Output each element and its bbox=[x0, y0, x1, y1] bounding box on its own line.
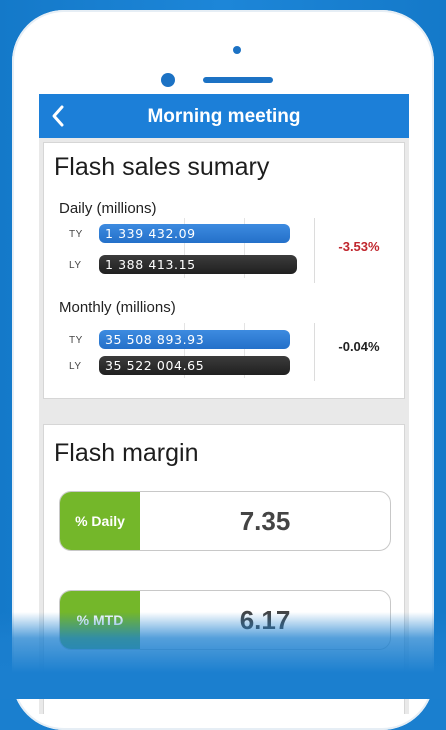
ty-tag: TY bbox=[69, 229, 83, 240]
daily-label: Daily (millions) bbox=[59, 200, 157, 217]
monthly-ty-bar: 35 508 893.93 bbox=[99, 330, 290, 349]
page-title: Morning meeting bbox=[147, 106, 301, 127]
card-title: Flash sales sumary bbox=[54, 153, 270, 181]
divider bbox=[314, 218, 315, 283]
daily-change: -3.53% bbox=[338, 239, 380, 254]
daily-margin-label: % Daily bbox=[60, 492, 140, 550]
ly-tag: LY bbox=[69, 361, 82, 372]
bottom-fade-overlay bbox=[0, 612, 446, 699]
daily-margin-value: 7.35 bbox=[239, 506, 291, 536]
monthly-ly-bar: 35 522 004.65 bbox=[99, 356, 290, 375]
sensor-dot bbox=[233, 46, 241, 54]
monthly-change: -0.04% bbox=[338, 339, 380, 354]
front-camera bbox=[161, 73, 175, 87]
earpiece-speaker bbox=[203, 77, 273, 83]
flash-sales-card: Flash sales sumary Daily (millions) TY 1… bbox=[44, 143, 404, 398]
monthly-label: Monthly (millions) bbox=[59, 299, 176, 316]
card-title: Flash margin bbox=[54, 439, 199, 467]
app-header: Morning meeting bbox=[39, 94, 409, 138]
daily-ty-bar: 1 339 432.09 bbox=[99, 224, 290, 243]
daily-margin-tile[interactable]: % Daily 7.35 bbox=[59, 491, 391, 551]
daily-ly-bar: 1 388 413.15 bbox=[99, 255, 297, 274]
ty-tag: TY bbox=[69, 335, 83, 346]
divider bbox=[314, 323, 315, 381]
ly-tag: LY bbox=[69, 260, 82, 271]
